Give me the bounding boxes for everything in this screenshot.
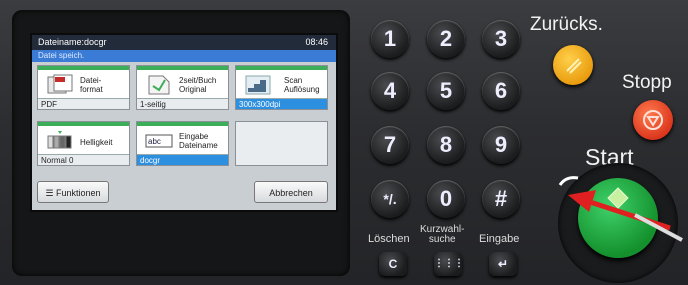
stop-label: Stopp xyxy=(622,72,672,93)
stop-icon xyxy=(643,110,663,130)
reset-slash-icon xyxy=(566,58,582,74)
tile-brightness[interactable]: Helligkeit Normal 0 xyxy=(37,121,130,166)
title-bar: Dateiname:docgr 08:46 xyxy=(32,35,336,50)
pdf-file-icon xyxy=(47,74,73,94)
tile-scan-resolution[interactable]: Scan Auflösung 300x300dpi xyxy=(235,65,328,110)
tile-value: docgr xyxy=(137,154,228,165)
tile-file-format[interactable]: Datei- format PDF xyxy=(37,65,130,110)
clock: 08:46 xyxy=(305,37,328,47)
tile-label: Datei- format xyxy=(80,76,103,94)
tile-accent xyxy=(38,66,129,70)
tile-label: Helligkeit xyxy=(80,138,113,147)
enter-button[interactable]: ↵ xyxy=(489,252,517,276)
resolution-stairs-icon xyxy=(245,75,271,95)
tile-duplex-original[interactable]: 2seit/Buch Original 1-seitig xyxy=(136,65,229,110)
tile-accent xyxy=(236,66,327,70)
key-5[interactable]: 5 xyxy=(427,72,465,110)
tile-empty xyxy=(235,121,328,166)
tile-label: Eingabe Dateiname xyxy=(179,132,218,150)
text-entry-icon: abc xyxy=(145,134,173,148)
list-icon: ☰ xyxy=(45,188,57,198)
key-9[interactable]: 9 xyxy=(482,126,520,164)
key-0[interactable]: 0 xyxy=(427,180,465,218)
tile-value: Normal 0 xyxy=(38,154,129,165)
key-2[interactable]: 2 xyxy=(427,20,465,58)
tile-value: 300x300dpi xyxy=(236,98,327,109)
tile-accent xyxy=(38,122,129,126)
key-star-dot[interactable]: */. xyxy=(371,180,409,218)
key-4[interactable]: 4 xyxy=(371,72,409,110)
start-button[interactable] xyxy=(578,178,658,258)
reset-button[interactable] xyxy=(553,45,593,85)
cancel-button[interactable]: Abbrechen xyxy=(254,181,328,203)
clear-button[interactable]: C xyxy=(379,252,407,276)
functions-button[interactable]: ☰ Funktionen xyxy=(37,181,109,203)
mode-subtitle: Datei speich. xyxy=(32,50,336,62)
key-1[interactable]: 1 xyxy=(371,20,409,58)
brightness-bars-icon xyxy=(47,131,72,149)
start-diamond-icon xyxy=(607,187,629,209)
key-hash[interactable]: # xyxy=(482,180,520,218)
svg-text:abc: abc xyxy=(148,137,161,146)
tile-value: 1-seitig xyxy=(137,98,228,109)
touch-screen: Dateiname:docgr 08:46 Datei speich. Date… xyxy=(30,33,338,212)
tile-label: 2seit/Buch Original xyxy=(179,76,217,94)
document-page-icon xyxy=(148,75,170,95)
tile-accent xyxy=(137,66,228,70)
tile-accent xyxy=(137,122,228,126)
speed-dial-button[interactable]: ⋮⋮⋮ xyxy=(434,252,464,276)
stop-button[interactable] xyxy=(633,100,673,140)
enter-caption: Eingabe xyxy=(479,233,520,245)
tile-label: Scan Auflösung xyxy=(284,76,320,94)
file-name-title: Dateiname:docgr xyxy=(38,37,107,47)
key-6[interactable]: 6 xyxy=(482,72,520,110)
clear-caption: Löschen xyxy=(368,233,410,245)
speed-dial-caption: Kurzwahl- suche xyxy=(420,224,465,245)
tile-value: PDF xyxy=(38,98,129,109)
reset-label: Zurücks. xyxy=(530,14,603,35)
functions-label: Funktionen xyxy=(56,188,101,198)
tile-file-name-entry[interactable]: abc Eingabe Dateiname docgr xyxy=(136,121,229,166)
key-3[interactable]: 3 xyxy=(482,20,520,58)
key-7[interactable]: 7 xyxy=(371,126,409,164)
key-8[interactable]: 8 xyxy=(427,126,465,164)
